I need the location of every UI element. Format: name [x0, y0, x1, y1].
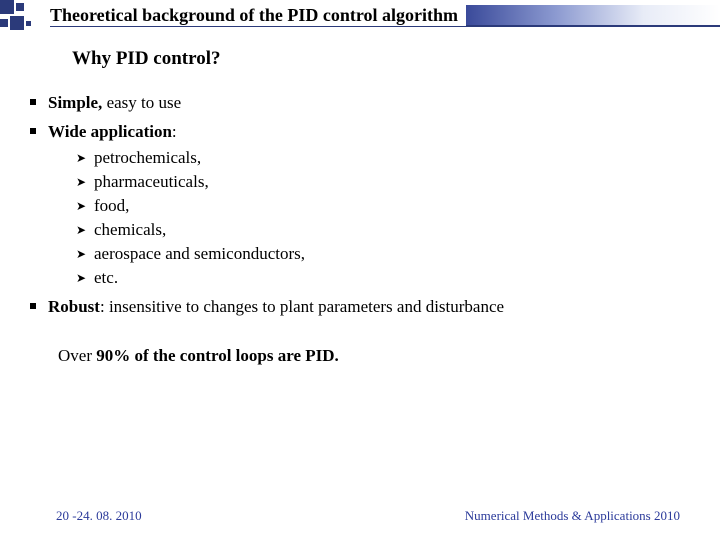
sub-item: etc. — [76, 267, 720, 290]
slide: Theoretical background of the PID contro… — [0, 0, 720, 540]
bullet-lead: Simple, — [48, 93, 107, 112]
bullet-rest: : — [172, 122, 177, 141]
slide-title: Theoretical background of the PID contro… — [48, 5, 466, 26]
bullet-item: Wide application: petrochemicals, pharma… — [30, 121, 720, 290]
title-underline — [50, 26, 720, 27]
statement: Over 90% of the control loops are PID. — [58, 346, 720, 366]
sub-item: pharmaceuticals, — [76, 171, 720, 194]
title-bar: Theoretical background of the PID contro… — [0, 0, 720, 30]
title-gradient — [466, 5, 720, 25]
bullet-item: Robust: insensitive to changes to plant … — [30, 296, 720, 319]
bullet-lead: Wide application — [48, 122, 172, 141]
bullet-rest: : insensitive to changes to plant parame… — [100, 297, 504, 316]
bullet-item: Simple, easy to use — [30, 92, 720, 115]
sub-item: petrochemicals, — [76, 147, 720, 170]
bullet-list: Simple, easy to use Wide application: pe… — [30, 92, 720, 318]
slide-body: Simple, easy to use Wide application: pe… — [30, 92, 720, 318]
sub-item: chemicals, — [76, 219, 720, 242]
bullet-lead: Robust — [48, 297, 100, 316]
footer-event: Numerical Methods & Applications 2010 — [465, 508, 680, 524]
footer-date: 20 -24. 08. 2010 — [56, 508, 142, 524]
slide-subtitle: Why PID control? — [72, 48, 720, 70]
footer: 20 -24. 08. 2010 Numerical Methods & App… — [0, 508, 720, 524]
sub-list: petrochemicals, pharmaceuticals, food, c… — [76, 147, 720, 290]
sub-item: aerospace and semiconductors, — [76, 243, 720, 266]
statement-highlight: 90% of the control loops are PID. — [96, 346, 339, 365]
bullet-rest: easy to use — [107, 93, 182, 112]
statement-pre: Over — [58, 346, 96, 365]
title-ornament — [0, 1, 48, 29]
sub-item: food, — [76, 195, 720, 218]
